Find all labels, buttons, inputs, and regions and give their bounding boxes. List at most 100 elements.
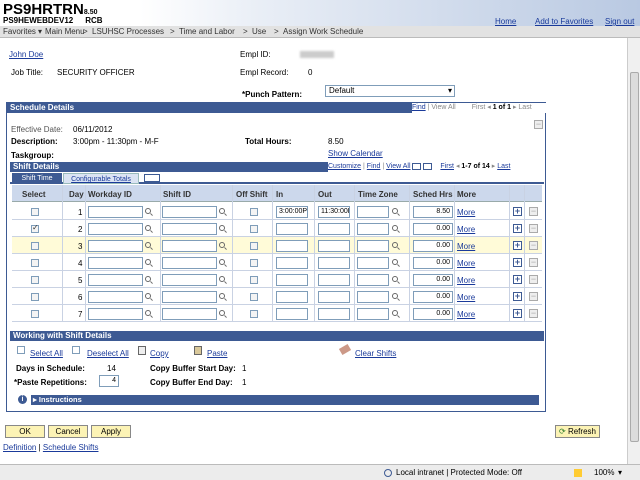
grid-icon[interactable] <box>412 162 422 170</box>
search-icon[interactable] <box>219 310 225 316</box>
search-icon[interactable] <box>392 276 398 282</box>
row-select-checkbox[interactable] <box>31 310 39 318</box>
off-shift-checkbox[interactable] <box>250 259 258 267</box>
shift-id-input[interactable] <box>162 240 217 252</box>
search-icon[interactable] <box>145 225 151 231</box>
off-shift-checkbox[interactable] <box>250 310 258 318</box>
search-icon[interactable] <box>145 310 151 316</box>
deselect-all-link[interactable]: Deselect All <box>87 349 129 358</box>
vertical-scrollbar[interactable] <box>627 38 640 464</box>
delete-row-button[interactable]: − <box>529 292 538 301</box>
cancel-button[interactable]: Cancel <box>48 425 88 438</box>
add-row-button[interactable]: + <box>513 224 522 233</box>
in-time-input[interactable] <box>276 274 308 286</box>
shift-id-input[interactable] <box>162 206 217 218</box>
time-zone-input[interactable] <box>357 223 389 235</box>
search-icon[interactable] <box>392 208 398 214</box>
workday-id-input[interactable] <box>88 206 143 218</box>
time-zone-input[interactable] <box>357 257 389 269</box>
time-zone-input[interactable] <box>357 308 389 320</box>
add-row-button[interactable]: + <box>513 207 522 216</box>
off-shift-checkbox[interactable] <box>250 242 258 250</box>
search-icon[interactable] <box>219 293 225 299</box>
ok-button[interactable]: OK <box>5 425 45 438</box>
search-icon[interactable] <box>145 242 151 248</box>
tab-shift-time[interactable]: Shift Time <box>12 173 62 184</box>
search-icon[interactable] <box>219 208 225 214</box>
in-time-input[interactable] <box>276 257 308 269</box>
off-shift-checkbox[interactable] <box>250 225 258 233</box>
search-icon[interactable] <box>219 225 225 231</box>
schedule-delete-row-button[interactable]: − <box>534 120 543 129</box>
row-select-checkbox[interactable] <box>31 208 39 216</box>
nav-assign-work-schedule[interactable]: Assign Work Schedule <box>283 26 363 38</box>
row-select-checkbox[interactable]: ✓ <box>31 223 39 233</box>
chevron-down-icon[interactable]: ▾ <box>618 465 622 480</box>
delete-row-button[interactable]: − <box>529 224 538 233</box>
nav-main-menu[interactable]: Main Menu <box>45 26 85 38</box>
clear-shifts-link[interactable]: Clear Shifts <box>355 349 396 358</box>
shift-find-link[interactable]: Find <box>367 163 381 170</box>
nav-use[interactable]: Use <box>252 26 266 38</box>
search-icon[interactable] <box>392 225 398 231</box>
link-add-favorites[interactable]: Add to Favorites <box>535 17 593 26</box>
apply-button[interactable]: Apply <box>91 425 131 438</box>
shift-id-input[interactable] <box>162 274 217 286</box>
sched-hrs-input[interactable]: 0.00 <box>413 223 453 235</box>
sched-hrs-input[interactable]: 0.00 <box>413 291 453 303</box>
row-select-checkbox[interactable] <box>31 259 39 267</box>
search-icon[interactable] <box>219 259 225 265</box>
tab-configurable-totals[interactable]: Configurable Totals <box>63 173 139 184</box>
sched-hrs-input[interactable]: 0.00 <box>413 257 453 269</box>
in-time-input[interactable] <box>276 223 308 235</box>
search-icon[interactable] <box>392 259 398 265</box>
more-link[interactable]: More <box>457 293 475 302</box>
more-link[interactable]: More <box>457 225 475 234</box>
workday-id-input[interactable] <box>88 274 143 286</box>
more-link[interactable]: More <box>457 310 475 319</box>
delete-row-button[interactable]: − <box>529 258 538 267</box>
link-home[interactable]: Home <box>495 17 516 26</box>
out-time-input[interactable] <box>318 274 350 286</box>
select-all-link[interactable]: Select All <box>30 349 63 358</box>
customize-link[interactable]: Customize <box>328 163 361 170</box>
out-time-input[interactable] <box>318 291 350 303</box>
time-zone-input[interactable] <box>357 206 389 218</box>
time-zone-input[interactable] <box>357 291 389 303</box>
sched-hrs-input[interactable]: 8.50 <box>413 206 453 218</box>
punch-pattern-select[interactable]: Default ▾ <box>325 85 455 97</box>
search-icon[interactable] <box>392 242 398 248</box>
more-link[interactable]: More <box>457 259 475 268</box>
workday-id-input[interactable] <box>88 308 143 320</box>
schedule-find-link[interactable]: Find <box>412 104 426 111</box>
sched-hrs-input[interactable]: 0.00 <box>413 308 453 320</box>
zoom-level[interactable]: 100% <box>594 465 614 480</box>
nav-time-labor[interactable]: Time and Labor <box>179 26 235 38</box>
search-icon[interactable] <box>392 310 398 316</box>
download-icon[interactable] <box>423 162 433 170</box>
shift-id-input[interactable] <box>162 308 217 320</box>
search-icon[interactable] <box>145 259 151 265</box>
sched-hrs-input[interactable]: 0.00 <box>413 240 453 252</box>
out-time-input[interactable] <box>318 308 350 320</box>
workday-id-input[interactable] <box>88 240 143 252</box>
copy-link[interactable]: Copy <box>150 349 169 358</box>
shift-id-input[interactable] <box>162 291 217 303</box>
delete-row-button[interactable]: − <box>529 241 538 250</box>
in-time-input[interactable] <box>276 240 308 252</box>
add-row-button[interactable]: + <box>513 258 522 267</box>
in-time-input[interactable] <box>276 291 308 303</box>
refresh-button[interactable]: ⟳ Refresh <box>555 425 600 438</box>
row-select-checkbox[interactable] <box>31 276 39 284</box>
workday-id-input[interactable] <box>88 223 143 235</box>
search-icon[interactable] <box>219 242 225 248</box>
nav-favorites[interactable]: Favorites <box>3 26 36 38</box>
delete-row-button[interactable]: − <box>529 309 538 318</box>
off-shift-checkbox[interactable] <box>250 208 258 216</box>
show-calendar-link[interactable]: Show Calendar <box>328 149 383 158</box>
search-icon[interactable] <box>392 293 398 299</box>
shift-id-input[interactable] <box>162 257 217 269</box>
schedule-shifts-link[interactable]: Schedule Shifts <box>43 443 99 452</box>
in-time-input[interactable] <box>276 308 308 320</box>
add-row-button[interactable]: + <box>513 275 522 284</box>
